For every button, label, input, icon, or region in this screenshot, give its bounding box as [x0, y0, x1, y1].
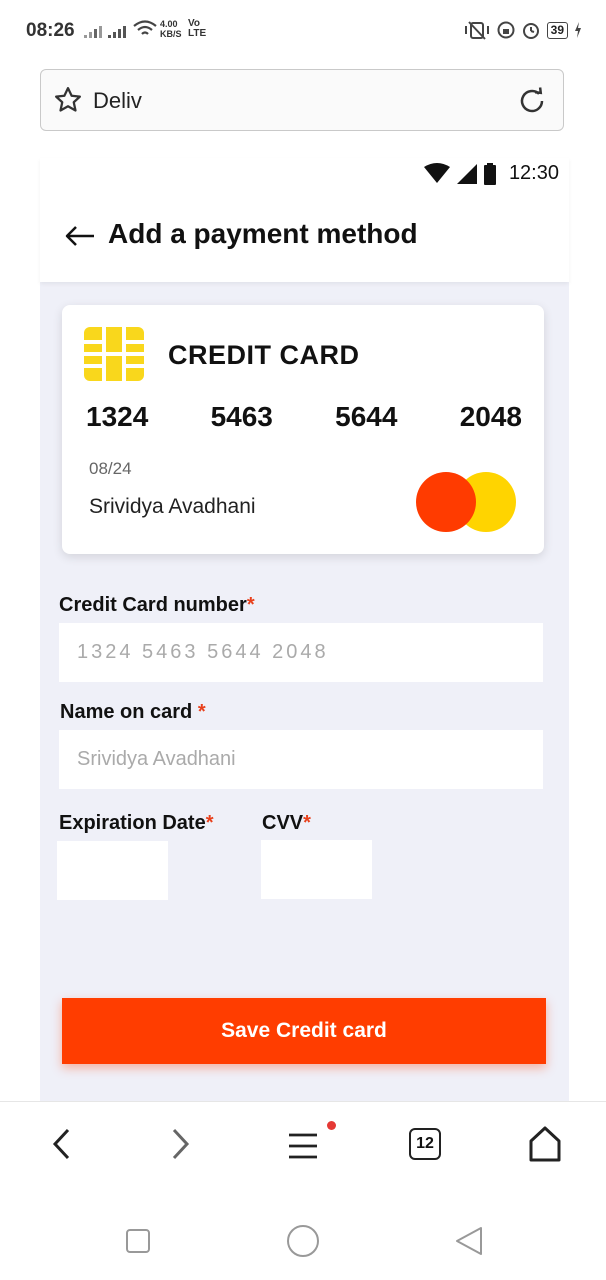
name-on-card-label: Name on card * [60, 701, 206, 723]
cellular-icon [456, 163, 477, 184]
system-time: 08:26 [26, 20, 75, 41]
tabs-button[interactable]: 12 [409, 1128, 441, 1160]
recent-apps-icon[interactable] [125, 1228, 151, 1254]
lock-rotation-icon [497, 21, 515, 39]
cvv-input[interactable] [261, 840, 372, 899]
wifi-icon [423, 162, 450, 183]
back-icon[interactable] [50, 1126, 72, 1162]
page-title: Add a payment method [108, 218, 418, 249]
card-digit-group: 5644 [335, 401, 398, 432]
status-right-icons: 39 [463, 20, 582, 40]
required-mark: * [303, 812, 311, 834]
credit-card-preview: CREDIT CARD 1324 5463 5644 2048 08/24 Sr… [62, 305, 544, 554]
home-icon[interactable] [528, 1126, 562, 1162]
system-back-icon[interactable] [454, 1226, 484, 1256]
signal-strength-icon [84, 26, 126, 38]
expiration-date-input[interactable] [57, 841, 168, 900]
back-arrow-icon[interactable] [64, 224, 96, 248]
system-navigation-bar [0, 1193, 606, 1280]
card-number-label: Credit Card number* [59, 594, 255, 616]
card-digit-group: 1324 [86, 401, 149, 432]
card-digit-group: 2048 [459, 401, 522, 432]
forward-icon[interactable] [170, 1126, 192, 1162]
app-header: 12:30 Add a payment method [40, 158, 569, 282]
notification-dot [327, 1121, 336, 1130]
home-circle-icon[interactable] [286, 1224, 320, 1258]
card-expiry-display: 08/24 [89, 459, 132, 478]
app-status-bar: 12:30 [423, 162, 559, 185]
menu-icon[interactable] [288, 1132, 318, 1160]
bookmark-star-icon[interactable] [53, 85, 83, 115]
network-speed: 4.00 KB/S [160, 19, 182, 39]
web-page: 12:30 Add a payment method CREDIT CARD 1… [40, 158, 569, 1101]
url-text[interactable]: Deliv [93, 88, 142, 114]
required-mark: * [205, 812, 214, 834]
wifi-icon [133, 20, 157, 35]
vibrate-icon [464, 21, 489, 40]
alarm-icon [522, 23, 539, 39]
card-type-label: CREDIT CARD [168, 340, 360, 370]
app-clock: 12:30 [508, 162, 559, 184]
save-credit-card-button[interactable]: Save Credit card [62, 998, 546, 1064]
mastercard-logo-icon [416, 472, 516, 532]
card-number-display: 1324 5463 5644 2048 [86, 401, 522, 433]
browser-toolbar: 12 [0, 1101, 606, 1194]
card-holder-display: Srividya Avadhani [89, 495, 256, 518]
volte-indicator: Vo LTE [188, 18, 207, 39]
required-mark: * [246, 594, 255, 616]
card-number-input[interactable] [59, 623, 543, 682]
name-on-card-input[interactable] [59, 730, 543, 789]
reload-icon[interactable] [517, 86, 547, 116]
expiration-date-label: Expiration Date* [59, 812, 214, 834]
system-status-bar: 08:26 4.00 KB/S Vo LTE 39 [0, 0, 606, 62]
card-chip-icon [84, 327, 144, 381]
card-digit-group: 5463 [210, 401, 273, 432]
battery-icon [483, 162, 496, 185]
charging-icon [575, 22, 581, 38]
address-bar[interactable]: Deliv [40, 69, 564, 131]
cvv-label: CVV* [262, 812, 311, 834]
battery-level: 39 [546, 21, 568, 39]
required-mark: * [197, 701, 206, 723]
